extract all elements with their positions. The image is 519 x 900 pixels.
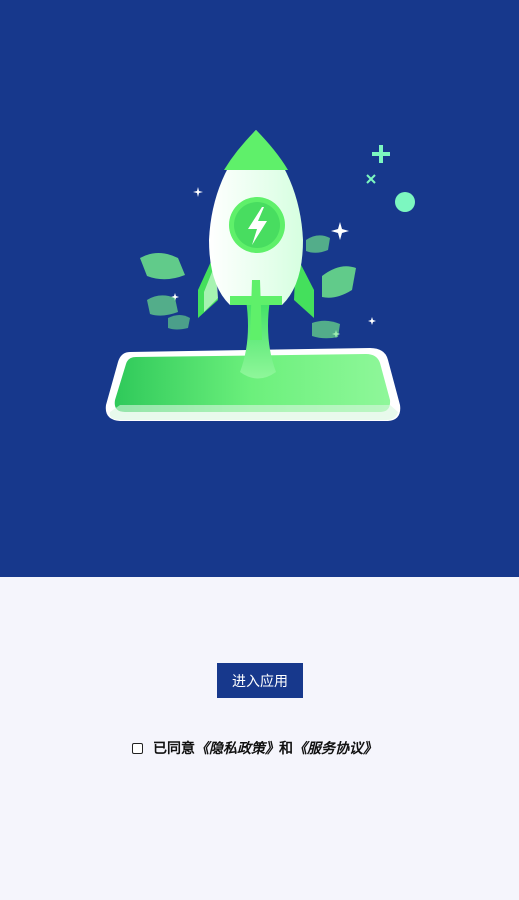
service-agreement-link[interactable]: 《服务协议》 xyxy=(293,738,377,758)
rocket-launch-illustration xyxy=(105,130,415,421)
dot-icon xyxy=(395,192,415,212)
privacy-policy-link[interactable]: 《隐私政策》 xyxy=(195,738,279,758)
agree-prefix: 已同意 xyxy=(153,741,195,757)
star-icon xyxy=(193,187,203,197)
hero-banner xyxy=(0,0,519,577)
agreement-row: 已同意 《隐私政策》 和 《服务协议》 xyxy=(132,738,377,758)
rocket-nose xyxy=(224,130,288,170)
cross-icon xyxy=(366,174,376,184)
star-icon xyxy=(368,317,376,325)
star-icon xyxy=(331,222,349,240)
agree-checkbox[interactable] xyxy=(132,742,143,754)
plus-icon xyxy=(372,145,390,163)
enter-app-button[interactable]: 进入应用 xyxy=(217,663,303,698)
agreement-conjunction: 和 xyxy=(279,741,293,757)
